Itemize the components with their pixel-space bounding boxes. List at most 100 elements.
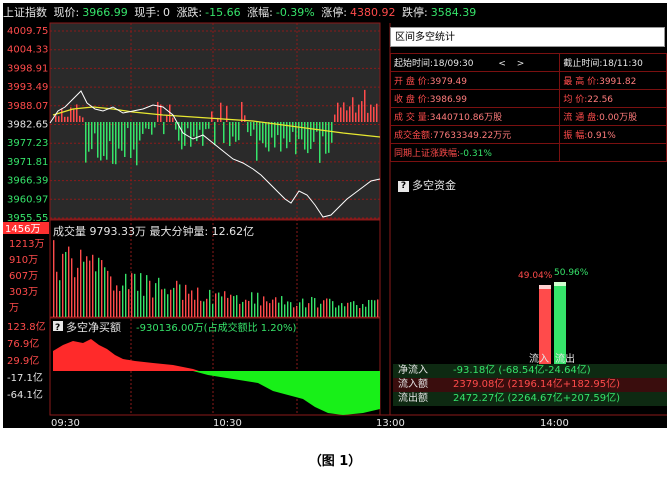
volume-bar [329,298,331,317]
stats-row: 同期上证涨跌幅:-0.31% [389,143,667,162]
flow-axis-tick: 76.9亿 [7,337,39,350]
price-histogram-bar [109,122,111,142]
price-histogram-bar [331,122,333,143]
volume-bar [200,300,202,317]
volume-bar [170,289,172,317]
volume-bar [107,270,109,317]
price-histogram-bar [79,115,81,122]
price-histogram-bar [316,122,318,132]
price-histogram-bar [151,122,153,135]
price-histogram-bar [259,122,261,141]
volume-bar [179,284,181,317]
volume-bar [62,253,64,317]
price-histogram-bar [223,122,225,144]
time-axis-tick: 09:30 [51,418,80,428]
volume-axis-tick: 910万 [9,255,38,266]
volume-bar [134,273,136,317]
volume-bar [287,301,289,317]
flow-axis: 123.8亿 76.9亿 29.9亿 -17.1亿 -64.1亿 [7,320,46,401]
same-period-label: 同期上证涨跌幅: [394,149,461,159]
volume-bar [350,302,352,317]
price-histogram-bar [73,109,75,122]
price-histogram-bar [97,122,99,158]
figure-caption: （图 1） [308,454,362,469]
price-histogram-bar [175,122,177,130]
volume-bar [314,298,316,317]
volume-bar [263,296,265,317]
stat-label: 均 价: [563,95,588,105]
price-histogram-bar [85,122,87,163]
nav-prev-button[interactable]: < [498,59,506,69]
volume-axis-tick: 万 [9,303,19,314]
price-histogram-bar [370,104,372,122]
volume-bar [305,307,307,317]
volume-bar [212,303,214,317]
volume-bar [371,299,373,317]
help-icon[interactable]: ? [398,180,409,192]
price-axis-tick: 3988.07 [7,101,48,112]
stat-value: 3979.49 [429,77,467,87]
price-axis-tick: 3966.39 [7,176,48,187]
inflow-amount-value: 2379.08亿 (2196.14亿+182.95亿) [453,379,621,390]
stats-table: 起始时间:18/09:30 < > 截止时间:18/11:30 开 盘 价:39… [389,53,667,162]
volume-bar [278,302,280,317]
volume-bar [68,246,70,317]
price-histogram-bar [172,117,174,122]
price-histogram-bar [304,122,306,150]
price-histogram-bar [112,122,114,164]
volume-bar [161,289,163,317]
volume-bar [56,271,58,317]
price-histogram-bar [256,122,258,161]
volume-bar [290,302,292,317]
price-histogram-bar [301,122,303,140]
stats-header[interactable]: 区间多空统计 [390,27,665,47]
outflow-amount-row: 流出额 2472.27亿 (2264.67亿+207.59亿) [393,392,667,406]
volume-bar [92,254,94,317]
volume-bar [377,299,379,317]
volume-bar [155,283,157,317]
volume-bar [158,277,160,317]
duokong-title[interactable]: ? 多空资金 [398,177,456,193]
volume-bar [275,297,277,317]
volume-bar [320,303,322,317]
price-histogram-bar [214,122,216,146]
price-histogram-bar [367,112,369,122]
price-histogram-bar [142,122,144,134]
flow-axis-tick: 29.9亿 [7,354,39,367]
flow-positive-area [53,339,199,371]
price-histogram-bar [355,112,357,122]
stat-label: 成 交 量: [394,113,430,123]
price-histogram-bar [322,122,324,137]
price-histogram-bar [202,122,204,146]
price-histogram-bar [181,122,183,150]
volume-bar [332,301,334,317]
stats-row: 收 盘 价:3986.99 均 价:22.56 [389,89,667,108]
volume-bar [113,290,115,317]
volume-bar [230,294,232,317]
volume-bar [245,299,247,317]
stat-label: 流 通 盘: [563,113,600,123]
end-time-label: 截止时间: [563,59,603,69]
flow-help-icon-glyph: ? [55,323,60,333]
price-histogram-bar [88,122,90,152]
stat-label: 最 高 价: [563,77,600,87]
price-histogram-bar [76,104,78,122]
price-histogram-bar [106,122,108,160]
volume-bar [206,298,208,317]
volume-bar [341,303,343,317]
price-histogram-bar [280,122,282,152]
volume-bar [335,307,337,317]
nav-next-button[interactable]: > [517,59,525,69]
volume-bar [149,280,151,317]
volume-bar [143,295,145,317]
volume-bar [368,299,370,317]
volume-bar [128,289,130,317]
interval-stats-panel: 区间多空统计 起始时间:18/09:30 < > 截止时间:18/11:30 开… [389,27,667,407]
volume-bar [53,240,55,317]
price-histogram-bar [115,122,117,165]
price-histogram-bar [187,122,189,129]
time-axis-tick: 13:00 [376,418,405,428]
price-histogram-bar [373,106,375,122]
price-histogram-bar [241,101,243,122]
volume-bar [221,296,223,317]
